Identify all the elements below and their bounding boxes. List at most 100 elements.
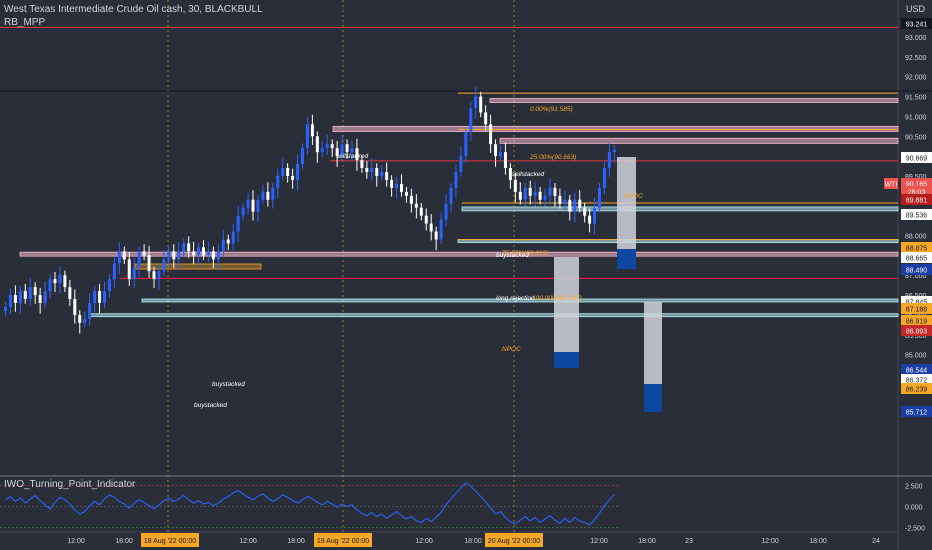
- candle-body: [147, 255, 151, 272]
- candle-body: [474, 96, 478, 109]
- candle-body: [221, 239, 225, 252]
- candle-body: [444, 203, 448, 220]
- candle-body: [231, 231, 235, 244]
- price-label-text: 86.544: [906, 368, 928, 375]
- price-label-text: 88.875: [906, 246, 928, 253]
- candle-body: [395, 183, 399, 188]
- candle-body: [18, 291, 22, 303]
- price-label-text: 90.669: [906, 156, 928, 163]
- price-label-text: 86.239: [906, 387, 928, 394]
- price-label-text: 88.665: [906, 256, 928, 263]
- time-tick-label: 12:00: [67, 538, 85, 545]
- price-tick-label: 92.500: [905, 55, 927, 62]
- time-tick-label: 12:00: [761, 538, 779, 545]
- candle-body: [419, 207, 423, 216]
- candle-body: [528, 187, 532, 196]
- candle-body: [459, 156, 463, 172]
- candle-body: [28, 287, 32, 300]
- price-tick-label: 93.000: [905, 35, 927, 42]
- candle-body: [429, 223, 433, 232]
- candle-body: [563, 199, 567, 204]
- chart-annotation: long rejection: [496, 295, 535, 302]
- candle-body: [404, 191, 408, 196]
- candle-body: [543, 195, 547, 200]
- price-tick-label: 90.500: [905, 134, 927, 141]
- candle-body: [424, 215, 428, 224]
- candle-body: [583, 207, 587, 216]
- candle-body: [142, 251, 146, 256]
- chart-annotation: 0.00%(91.585): [530, 106, 573, 113]
- price-label-text: WTI: [885, 182, 898, 189]
- candle-body: [83, 318, 87, 323]
- indicator-label[interactable]: RB_MPP: [4, 17, 45, 28]
- chart-annotation: buystacked: [194, 402, 227, 409]
- candle-body: [291, 175, 295, 180]
- time-tick-label: 18 Aug '22 00:00: [144, 538, 196, 545]
- candle-body: [548, 187, 552, 196]
- candle-body: [266, 191, 270, 200]
- candle-body: [13, 295, 17, 303]
- candle-body: [33, 287, 37, 296]
- candle-body: [553, 187, 557, 196]
- candle-body: [602, 168, 606, 188]
- candle-body: [449, 187, 453, 204]
- time-tick-label: 12:00: [415, 538, 433, 545]
- candle-body: [434, 231, 438, 240]
- osc-tick-label: -2.500: [905, 526, 925, 533]
- time-tick-label: 19 Aug '22 00:00: [317, 538, 369, 545]
- time-tick-label: 18:00: [287, 538, 305, 545]
- candle-body: [315, 136, 319, 153]
- time-tick-label: 20 Aug '22 00:00: [488, 538, 540, 545]
- candle-body: [187, 243, 191, 252]
- chart-annotation: NPOC: [502, 346, 521, 353]
- price-label-text: 87.188: [906, 307, 928, 314]
- candle-body: [598, 187, 601, 208]
- candle-body: [607, 152, 611, 169]
- candle-body: [296, 164, 300, 180]
- candle-body: [251, 199, 255, 212]
- candle-body: [182, 243, 186, 252]
- time-tick-label: 18:00: [809, 538, 827, 545]
- candle-body: [246, 199, 250, 208]
- price-tick-label: 85.000: [905, 353, 927, 360]
- candle-body: [305, 124, 309, 149]
- time-tick-label: 12:00: [239, 538, 257, 545]
- candle-body: [122, 251, 126, 260]
- candle-body: [226, 239, 230, 244]
- candle-body: [192, 251, 196, 256]
- candle-body: [197, 247, 201, 256]
- candle-body: [503, 152, 507, 169]
- candle-body: [4, 306, 7, 311]
- price-label-text: 86.919: [906, 319, 928, 326]
- candle-body: [162, 259, 166, 272]
- zone-resistance: [489, 98, 899, 103]
- candle-body: [172, 251, 176, 260]
- candle-body: [588, 215, 592, 224]
- candle-body: [350, 148, 354, 153]
- price-chart[interactable]: 0.00%(91.585)25.00%(90.663)75.00%(88.819…: [0, 0, 932, 550]
- candle-body: [177, 251, 181, 260]
- candle-body: [256, 199, 260, 212]
- price-tick-label: 91.500: [905, 95, 927, 102]
- position-box-blue: [644, 384, 662, 412]
- chart-annotation: 25.00%(90.663): [529, 154, 576, 161]
- time-tick-label: 18:00: [115, 538, 133, 545]
- candle-body: [494, 144, 498, 157]
- candle-body: [360, 160, 364, 169]
- chart-annotation: buystacked: [212, 381, 245, 388]
- candle-body: [107, 279, 111, 292]
- candle-body: [261, 191, 265, 200]
- candle-body: [499, 152, 502, 157]
- candle-body: [236, 215, 240, 232]
- candle-body: [132, 267, 136, 280]
- position-box-gray: [554, 257, 579, 352]
- candle-body: [117, 251, 121, 264]
- zone-support: [89, 313, 899, 318]
- candle-body: [127, 259, 131, 280]
- candle-body: [276, 175, 280, 188]
- price-label-text: 93.241: [906, 22, 928, 29]
- candle-body: [513, 179, 517, 192]
- symbol-title[interactable]: West Texas Intermediate Crude Oil cash, …: [4, 4, 263, 15]
- candle-body: [78, 314, 82, 323]
- sub-indicator-label[interactable]: IWO_Turning_Point_Indicator: [4, 479, 135, 490]
